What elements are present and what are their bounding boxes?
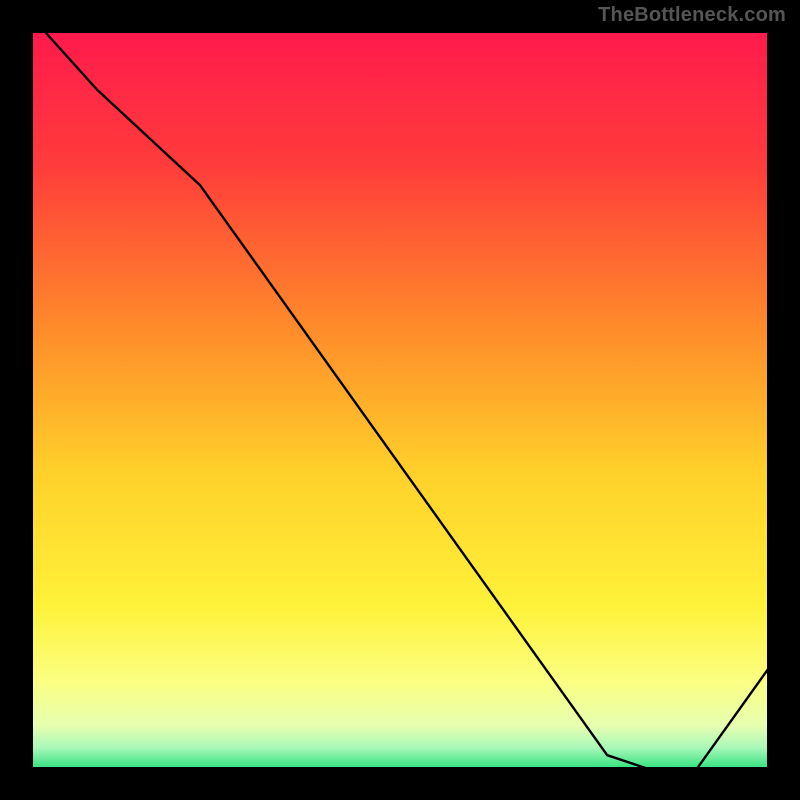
plot-area bbox=[30, 30, 770, 770]
data-curve bbox=[30, 30, 770, 770]
chart-root: TheBottleneck.com bbox=[0, 0, 800, 800]
watermark-text: TheBottleneck.com bbox=[598, 4, 786, 27]
